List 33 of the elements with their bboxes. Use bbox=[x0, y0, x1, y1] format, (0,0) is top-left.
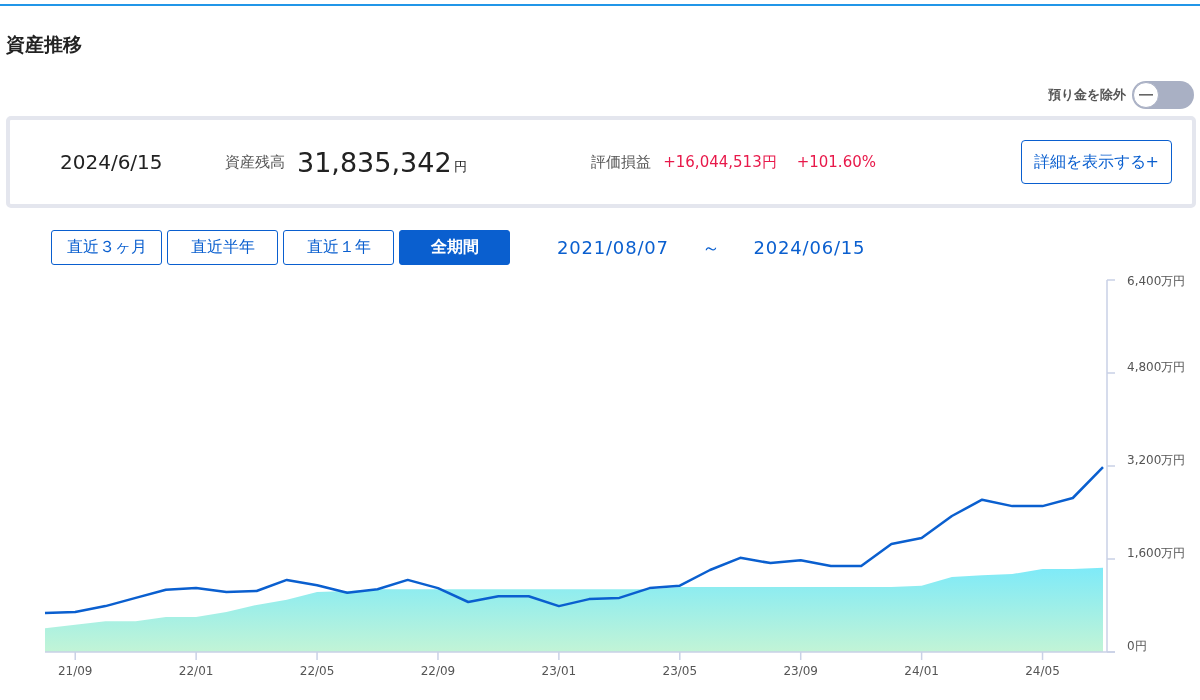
section-title: 資産推移 bbox=[6, 32, 83, 56]
profit-rate: +101.60% bbox=[796, 153, 876, 171]
period-tab[interactable]: 直近半年 bbox=[167, 230, 278, 265]
x-axis-label: 23/01 bbox=[541, 664, 577, 678]
range-separator: ～ bbox=[701, 235, 721, 260]
currency-unit: 円 bbox=[453, 158, 467, 176]
balance-label: 資産残高 bbox=[225, 152, 285, 172]
profit-value: +16,044,513円 bbox=[663, 152, 777, 172]
y-axis-label: 4,800万円 bbox=[1127, 360, 1186, 374]
range-start-date: 2021/08/07 bbox=[557, 237, 669, 258]
y-axis-label: 3,200万円 bbox=[1127, 453, 1186, 467]
x-axis-label: 23/09 bbox=[783, 664, 818, 678]
y-axis-label: 1,600万円 bbox=[1127, 546, 1186, 560]
x-axis-label: 24/05 bbox=[1025, 664, 1060, 678]
y-axis-label: 6,400万円 bbox=[1127, 274, 1186, 288]
profit-label: 評価損益 bbox=[591, 152, 652, 172]
show-details-button[interactable]: 詳細を表示する+ bbox=[1020, 140, 1172, 184]
range-end-date: 2024/06/15 bbox=[753, 237, 866, 258]
x-axis-label: 22/01 bbox=[178, 664, 214, 678]
minus-icon bbox=[1139, 94, 1153, 96]
summary-date: 2024/6/15 bbox=[60, 150, 164, 174]
period-tab[interactable]: 直近３ヶ月 bbox=[51, 230, 162, 265]
balance-value: 31,835,342 bbox=[297, 146, 452, 178]
y-axis-label: 0円 bbox=[1127, 639, 1147, 653]
x-axis-label: 23/05 bbox=[662, 664, 698, 678]
x-axis-label: 21/09 bbox=[57, 664, 93, 678]
period-tab[interactable]: 全期間 bbox=[399, 230, 510, 265]
x-axis-label: 22/09 bbox=[420, 664, 456, 678]
x-axis-label: 22/05 bbox=[299, 664, 335, 678]
period-tab[interactable]: 直近１年 bbox=[283, 230, 394, 265]
exclude-deposit-toggle[interactable] bbox=[1132, 81, 1194, 109]
x-axis-label: 24/01 bbox=[904, 664, 939, 678]
toggle-label: 預り金を除外 bbox=[1048, 86, 1126, 104]
